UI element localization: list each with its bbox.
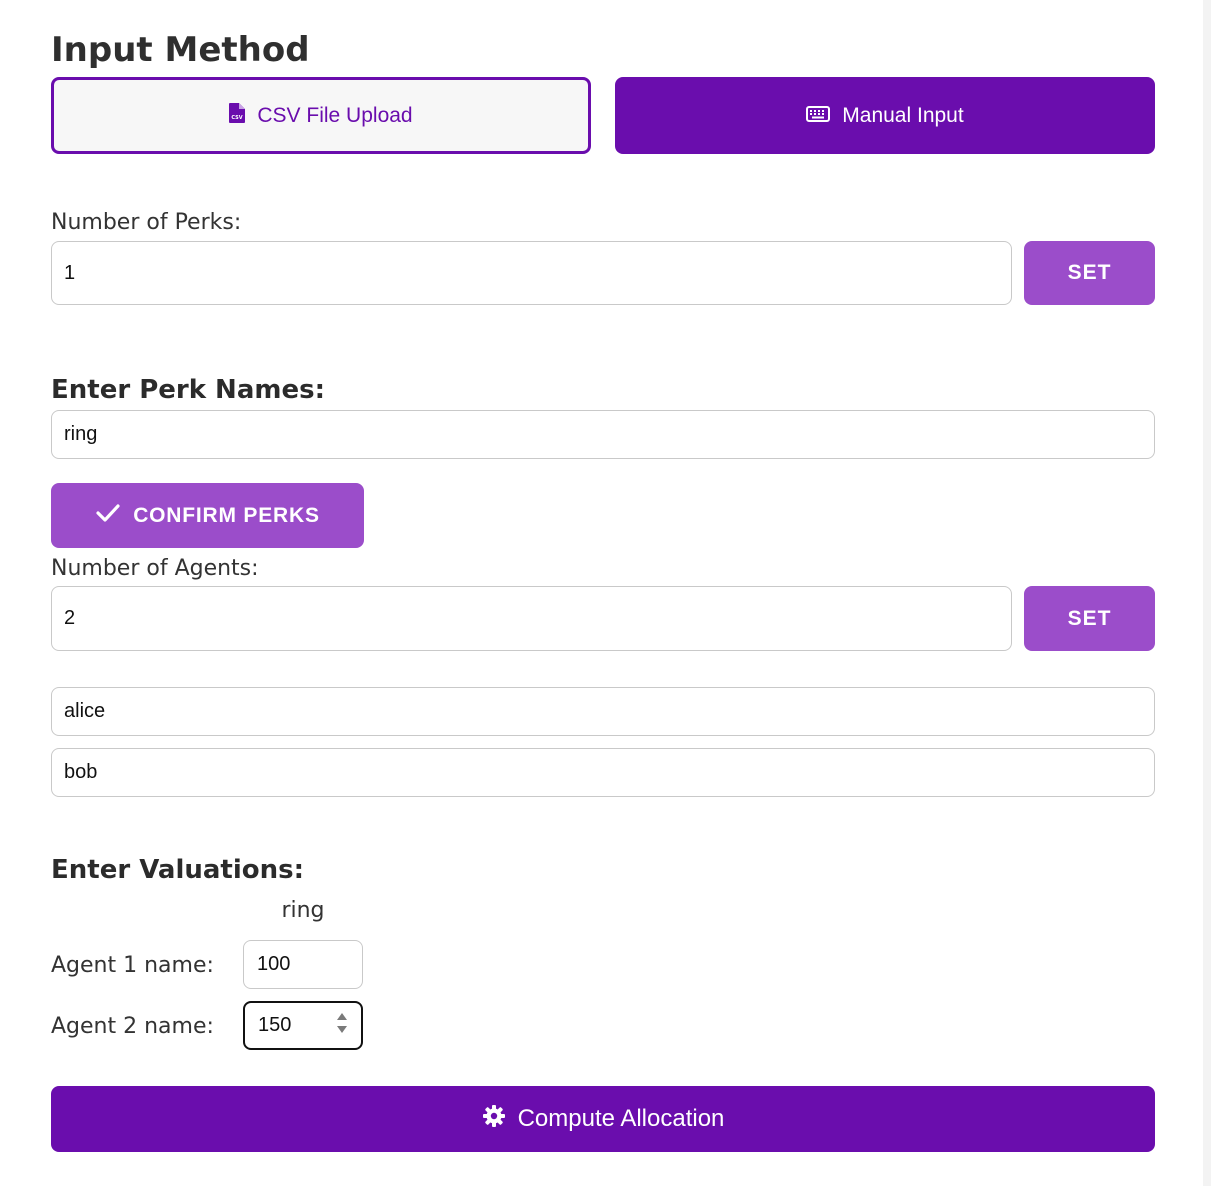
agent-count-input[interactable]: 2 bbox=[51, 586, 1012, 651]
svg-text:CSV: CSV bbox=[232, 115, 243, 121]
agent-2-row-label: Agent 2 name: bbox=[51, 1014, 214, 1039]
csv-upload-button[interactable]: CSV CSV File Upload bbox=[51, 77, 591, 154]
perk-names-heading: Enter Perk Names: bbox=[51, 375, 325, 405]
csv-file-icon: CSV bbox=[229, 102, 246, 129]
valuation-value-agent2-ring: 150 bbox=[258, 1014, 292, 1036]
main-card: Input Method CSV CSV File Upload Manual … bbox=[0, 0, 1203, 1186]
perk-count-input[interactable]: 1 bbox=[51, 241, 1012, 305]
manual-input-label: Manual Input bbox=[842, 103, 964, 127]
csv-upload-label: CSV File Upload bbox=[257, 103, 413, 127]
compute-allocation-label: Compute Allocation bbox=[517, 1105, 725, 1132]
confirm-perks-label: CONFIRM PERKS bbox=[133, 503, 320, 527]
gear-icon bbox=[482, 1104, 506, 1135]
agent-count-value: 2 bbox=[64, 607, 76, 629]
valuation-column-header: ring bbox=[281, 898, 325, 923]
set-agents-button[interactable]: SET bbox=[1024, 586, 1155, 651]
page-title: Input Method bbox=[51, 30, 310, 70]
keyboard-icon bbox=[806, 104, 831, 128]
spinner-arrows-icon[interactable] bbox=[336, 1012, 348, 1040]
agent-name-value-1: alice bbox=[64, 700, 106, 722]
compute-allocation-button[interactable]: Compute Allocation bbox=[51, 1086, 1155, 1152]
valuation-value-agent1-ring: 100 bbox=[257, 953, 291, 975]
perk-name-input[interactable]: ring bbox=[51, 410, 1155, 459]
perk-name-value: ring bbox=[64, 423, 98, 445]
checkmark-icon bbox=[95, 503, 121, 529]
agent-name-input-2[interactable]: bob bbox=[51, 748, 1155, 797]
valuation-input-agent1-ring[interactable]: 100 bbox=[243, 940, 363, 989]
perk-count-value: 1 bbox=[64, 261, 76, 284]
perk-count-label: Number of Perks: bbox=[51, 210, 242, 235]
valuations-heading: Enter Valuations: bbox=[51, 855, 305, 885]
agent-1-row-label: Agent 1 name: bbox=[51, 953, 214, 978]
set-perks-button[interactable]: SET bbox=[1024, 241, 1155, 305]
agent-count-label: Number of Agents: bbox=[51, 556, 259, 581]
manual-input-button[interactable]: Manual Input bbox=[615, 77, 1155, 154]
valuation-input-agent2-ring[interactable]: 150 bbox=[243, 1001, 363, 1050]
agent-name-value-2: bob bbox=[64, 761, 98, 783]
agent-name-input-1[interactable]: alice bbox=[51, 687, 1155, 736]
confirm-perks-button[interactable]: CONFIRM PERKS bbox=[51, 483, 364, 548]
